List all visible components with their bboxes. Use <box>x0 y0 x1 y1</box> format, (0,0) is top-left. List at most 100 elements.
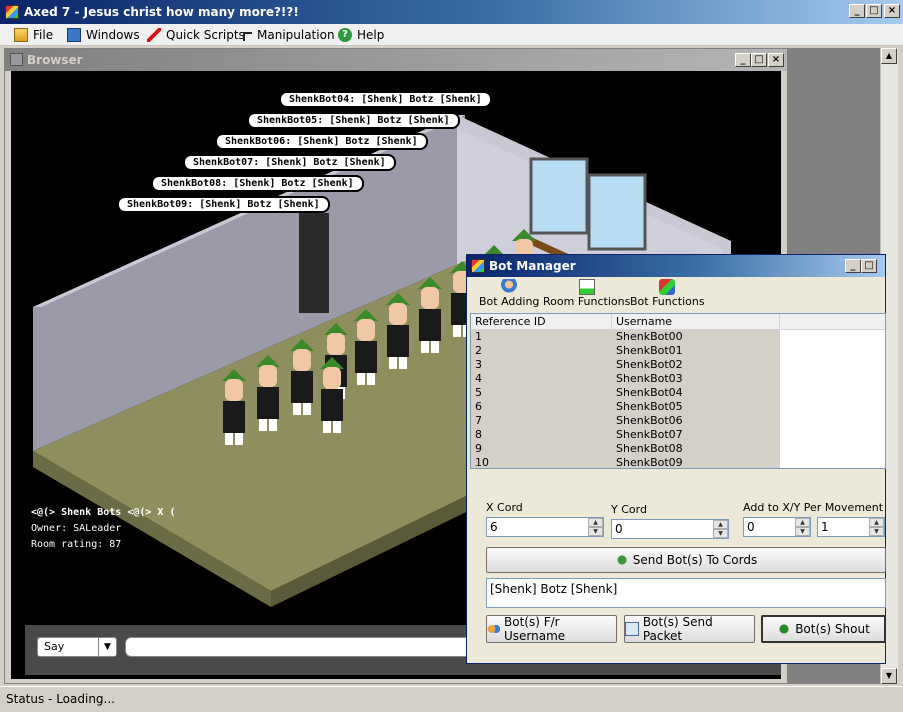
list-item-username[interactable]: ShenkBot09 <box>616 456 683 468</box>
list-item-id[interactable]: 10 <box>475 456 489 468</box>
app-title-bar[interactable]: Axed 7 - Jesus christ how many more?!?! <box>0 0 903 24</box>
y-cord-input[interactable]: 0 ▲ ▼ <box>611 519 729 539</box>
chat-mode-select[interactable]: Say ▼ <box>37 637 117 657</box>
maximize-button[interactable]: □ <box>866 4 882 18</box>
send-to-cords-label: Send Bot(s) To Cords <box>632 553 758 567</box>
spin-down-icon[interactable]: ▼ <box>713 529 728 538</box>
speech-bubble: ShenkBot08: [Shenk] Botz [Shenk] <box>151 175 364 192</box>
toolbar-bot-functions[interactable]: Bot Functions <box>630 279 705 313</box>
list-item-username[interactable]: ShenkBot06 <box>616 414 683 428</box>
packet-icon <box>625 622 639 636</box>
send-packet-button[interactable]: Bot(s) Send Packet <box>624 615 755 643</box>
spin-up-icon[interactable]: ▲ <box>795 518 810 527</box>
list-item-id[interactable]: 1 <box>475 330 482 344</box>
spin-up-icon[interactable]: ▲ <box>713 520 728 529</box>
menu-file[interactable]: File <box>14 26 53 44</box>
list-item-id[interactable]: 6 <box>475 400 482 414</box>
list-item-id[interactable]: 9 <box>475 442 482 456</box>
file-icon <box>14 28 28 42</box>
scroll-up-icon[interactable]: ▲ <box>881 48 897 64</box>
app-icon <box>5 5 19 19</box>
shout-icon <box>777 622 792 636</box>
list-item-username[interactable]: ShenkBot04 <box>616 386 683 400</box>
menu-windows[interactable]: Windows <box>67 26 140 44</box>
menu-file-label: File <box>33 28 54 42</box>
shout-label: Bot(s) Shout <box>795 622 870 636</box>
add-x-input[interactable]: 0 ▲ ▼ <box>743 517 811 537</box>
bot-manager-window: Bot Manager _ □ Bot Adding Room Function… <box>466 254 886 664</box>
list-item-id[interactable]: 4 <box>475 372 482 386</box>
bot-avatar[interactable] <box>383 293 413 373</box>
list-item-username[interactable]: ShenkBot08 <box>616 442 683 456</box>
message-input[interactable]: [Shenk] Botz [Shenk] <box>486 578 886 608</box>
toolbar-room-functions[interactable]: Room Functions <box>543 279 630 313</box>
bot-avatar[interactable] <box>317 357 347 437</box>
menu-windows-label: Windows <box>86 28 140 42</box>
browser-minimize-button[interactable]: _ <box>735 53 751 67</box>
room-name: <@(> Shenk Bots <@(> X ( <box>31 507 176 518</box>
speech-bubble: ShenkBot07: [Shenk] Botz [Shenk] <box>183 154 396 171</box>
bot-manager-maximize-button[interactable]: □ <box>861 259 877 273</box>
browser-close-button[interactable]: × <box>768 53 784 67</box>
bot-avatar[interactable] <box>219 369 249 449</box>
help-icon: ? <box>338 28 352 42</box>
shout-button[interactable]: Bot(s) Shout <box>761 615 886 643</box>
browser-maximize-button[interactable]: □ <box>751 53 767 67</box>
chevron-down-icon: ▼ <box>98 638 116 656</box>
spin-up-icon[interactable]: ▲ <box>588 518 603 527</box>
bot-avatar[interactable] <box>415 277 445 357</box>
list-item-id[interactable]: 5 <box>475 386 482 400</box>
menu-help-label: Help <box>357 28 385 42</box>
spin-down-icon[interactable]: ▼ <box>795 527 810 536</box>
list-item-id[interactable]: 7 <box>475 414 482 428</box>
list-item-id[interactable]: 8 <box>475 428 482 442</box>
windows-icon <box>67 28 81 42</box>
spin-up-icon[interactable]: ▲ <box>869 518 884 527</box>
spin-down-icon[interactable]: ▼ <box>588 527 603 536</box>
spin-down-icon[interactable]: ▼ <box>869 527 884 536</box>
column-header-username[interactable]: Username <box>612 314 780 330</box>
minimize-button[interactable]: _ <box>849 4 865 18</box>
list-item-username[interactable]: ShenkBot01 <box>616 344 683 358</box>
bot-list[interactable]: Reference ID Username 1 ShenkBot00 2 She… <box>470 313 886 469</box>
fr-username-button[interactable]: Bot(s) F/r Username <box>486 615 617 643</box>
list-item-username[interactable]: ShenkBot02 <box>616 358 683 372</box>
bots-icon <box>614 553 629 567</box>
toolbar-bot-functions-label: Bot Functions <box>630 295 705 308</box>
toolbar-bot-adding[interactable]: Bot Adding <box>479 279 539 313</box>
bot-manager-minimize-button[interactable]: _ <box>845 259 861 273</box>
x-cord-input[interactable]: 6 ▲ ▼ <box>486 517 604 537</box>
room-rating: Room rating: 87 <box>31 539 122 550</box>
list-item-username[interactable]: ShenkBot03 <box>616 372 683 386</box>
menu-bar: File Windows Quick Scripts Manipulation … <box>0 24 903 46</box>
add-y-value: 1 <box>821 520 829 534</box>
status-bar: Status - Loading... <box>0 686 903 712</box>
menu-manipulation[interactable]: Manipulation <box>243 26 335 44</box>
list-item-id[interactable]: 2 <box>475 344 482 358</box>
column-header-reference-id[interactable]: Reference ID <box>471 314 612 330</box>
browser-title-bar[interactable]: Browser <box>5 49 787 71</box>
menu-help[interactable]: ? Help <box>338 26 384 44</box>
list-item-username[interactable]: ShenkBot07 <box>616 428 683 442</box>
list-item-username[interactable]: ShenkBot05 <box>616 400 683 414</box>
add-y-input[interactable]: 1 ▲ ▼ <box>817 517 885 537</box>
x-cord-value: 6 <box>490 520 498 534</box>
bot-avatar[interactable] <box>351 309 381 389</box>
add-x-value: 0 <box>747 520 755 534</box>
bot-avatar[interactable] <box>253 355 283 435</box>
list-item-username[interactable]: ShenkBot00 <box>616 330 683 344</box>
scroll-down-icon[interactable]: ▼ <box>881 668 897 684</box>
menu-quick-scripts-label: Quick Scripts <box>166 28 245 42</box>
app-title: Axed 7 - Jesus christ how many more?!?! <box>24 5 299 19</box>
bot-avatar[interactable] <box>287 339 317 419</box>
window-left <box>529 157 589 235</box>
list-item-id[interactable]: 3 <box>475 358 482 372</box>
send-packet-label: Bot(s) Send Packet <box>642 615 713 643</box>
bot-manager-title-bar[interactable]: Bot Manager <box>467 255 885 277</box>
bot-manager-title: Bot Manager <box>489 259 576 273</box>
menu-quick-scripts[interactable]: Quick Scripts <box>147 26 245 44</box>
menu-manipulation-label: Manipulation <box>257 28 335 42</box>
bot-functions-icon <box>659 279 676 295</box>
close-button[interactable]: × <box>884 4 900 18</box>
send-to-cords-button[interactable]: Send Bot(s) To Cords <box>486 547 886 573</box>
